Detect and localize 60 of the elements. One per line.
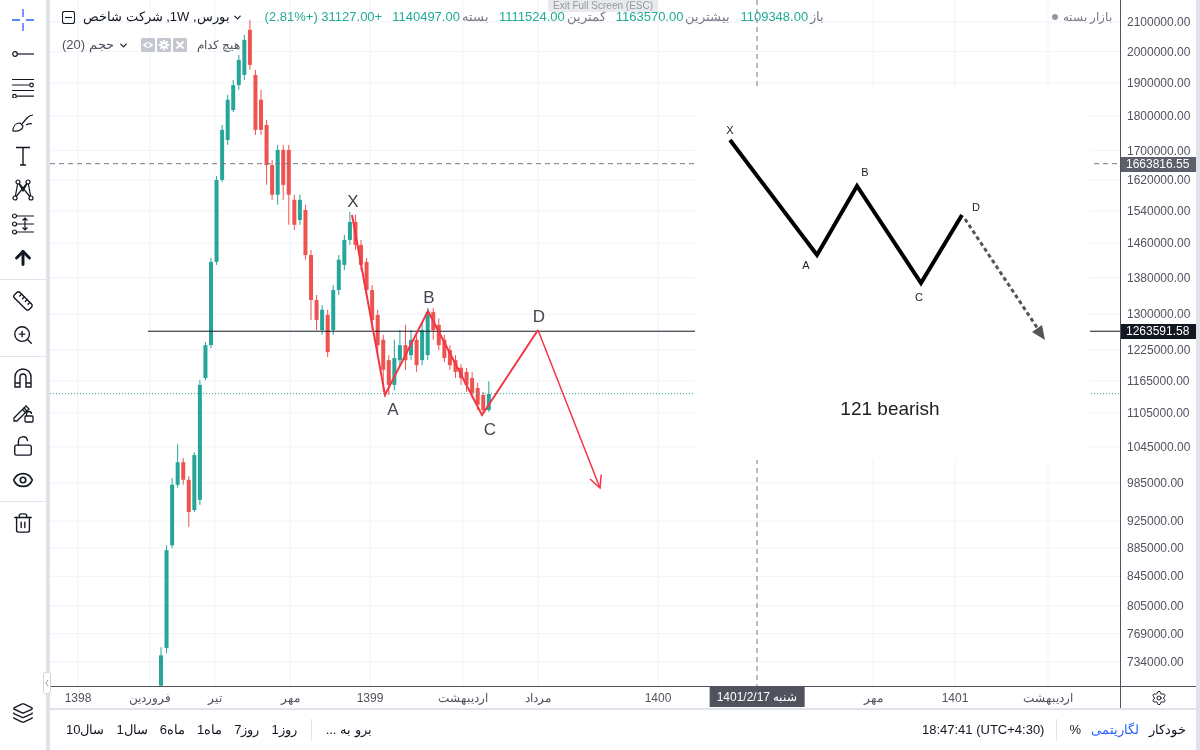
zoom-in-icon[interactable] xyxy=(12,324,34,346)
price-label: 845000.00 xyxy=(1127,569,1184,584)
time-label: مهر xyxy=(280,691,300,705)
price-label: 925000.00 xyxy=(1127,514,1184,529)
scale-option[interactable]: لگاریتمی xyxy=(1091,722,1139,738)
price-label: 1460000.00 xyxy=(1127,236,1191,251)
magnet-icon[interactable] xyxy=(13,368,33,388)
time-label: 1398 xyxy=(64,691,92,705)
time-label: اردیبهشت xyxy=(1023,691,1073,705)
price-label: 1540000.00 xyxy=(1127,203,1191,218)
scale-option[interactable]: خودکار xyxy=(1149,722,1186,738)
price-label: 985000.00 xyxy=(1127,475,1184,490)
price-label: 1105000.00 xyxy=(1127,405,1190,420)
time-label: اردیبهشت xyxy=(438,691,488,705)
scale-option[interactable]: % xyxy=(1069,722,1081,738)
price-label: 769000.00 xyxy=(1127,626,1184,641)
trash-icon[interactable] xyxy=(12,512,34,534)
range-button[interactable]: 1روز xyxy=(271,722,297,738)
pattern-icon[interactable] xyxy=(12,179,34,201)
layers-icon[interactable] xyxy=(12,702,34,724)
price-label: 2000000.00 xyxy=(1127,44,1191,59)
range-button[interactable]: 7روز xyxy=(234,722,260,738)
price-label: 1045000.00 xyxy=(1127,439,1191,454)
text-icon[interactable] xyxy=(15,146,31,166)
price-tag: 1663816.55 xyxy=(1121,156,1196,172)
unlock-icon[interactable] xyxy=(12,435,34,457)
price-label: 2100000.00 xyxy=(1127,14,1191,29)
price-label: 1300000.00 xyxy=(1127,306,1191,321)
price-label: 1380000.00 xyxy=(1127,270,1191,285)
crosshair-icon[interactable] xyxy=(12,9,34,31)
price-label: 1700000.00 xyxy=(1127,143,1191,158)
time-label: فروردین xyxy=(129,691,171,705)
goto-button[interactable]: برو به ... xyxy=(325,722,372,738)
time-label: مرداد xyxy=(525,691,551,705)
time-label: 1400 xyxy=(644,691,672,705)
time-label: 1399 xyxy=(356,691,384,705)
ruler-icon[interactable] xyxy=(12,290,34,312)
clock-label: 18:47:41 (UTC+4:30) xyxy=(921,722,1045,738)
time-label: مهر xyxy=(863,691,883,705)
price-label: 734000.00 xyxy=(1127,654,1184,669)
range-button[interactable]: 6ماه xyxy=(159,722,185,738)
price-label: 1620000.00 xyxy=(1127,172,1191,187)
range-button[interactable]: 10سال xyxy=(66,722,105,738)
time-label: تیر xyxy=(208,691,222,705)
time-label: 1401 xyxy=(941,691,969,705)
brush-icon[interactable] xyxy=(12,112,34,132)
price-label: 885000.00 xyxy=(1127,541,1184,556)
price-label: 1225000.00 xyxy=(1127,343,1191,358)
settings-icon[interactable] xyxy=(1150,689,1167,706)
price-label: 1900000.00 xyxy=(1127,75,1191,90)
fib-levels-icon[interactable] xyxy=(12,78,34,98)
projection-icon[interactable] xyxy=(12,213,34,235)
price-tag: 1263591.58 xyxy=(1121,324,1196,340)
price-label: 1800000.00 xyxy=(1127,108,1191,123)
price-label: 805000.00 xyxy=(1127,598,1184,613)
trend-line-icon[interactable] xyxy=(12,51,34,57)
date-tag: 1401/2/17 شنبه xyxy=(709,687,805,707)
range-button[interactable]: 1سال xyxy=(116,722,148,738)
range-button[interactable]: 1ماه xyxy=(196,722,223,738)
price-label: 1165000.00 xyxy=(1127,373,1190,388)
